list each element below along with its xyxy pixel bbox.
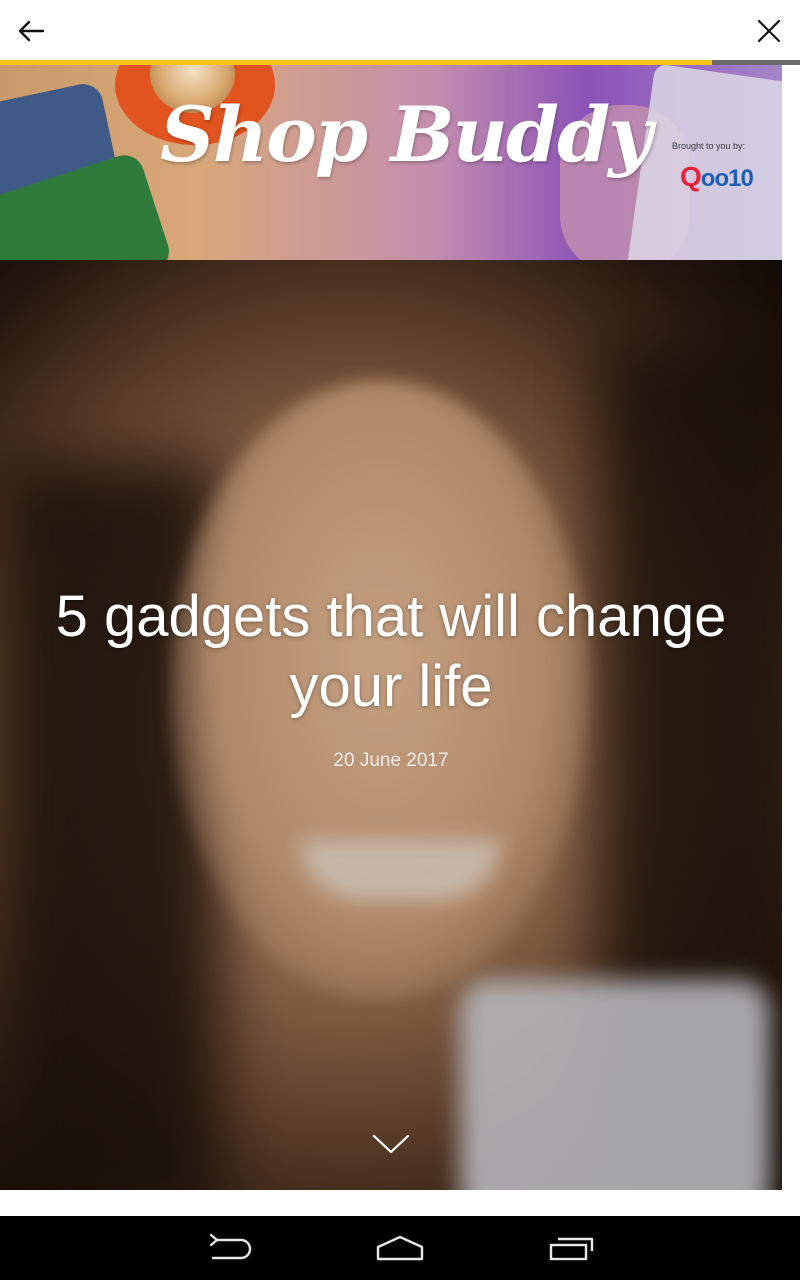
sponsor-banner[interactable]: Shop Buddy Brought to you by: Qoo10 (0, 65, 782, 260)
nav-back-button[interactable] (200, 1228, 260, 1268)
sponsor-label: Brought to you by: (672, 141, 746, 151)
recent-apps-icon (549, 1237, 594, 1261)
system-navigation-bar (0, 1216, 800, 1280)
page-scroll-gutter (782, 65, 800, 1190)
back-button[interactable] (10, 10, 52, 52)
nav-recents-button[interactable] (541, 1228, 601, 1268)
chevron-down-icon (372, 1134, 410, 1154)
article-title: 5 gadgets that will change your life (55, 584, 727, 719)
nav-home-button[interactable] (370, 1228, 430, 1268)
top-app-bar (0, 0, 800, 62)
back-icon (209, 1233, 252, 1260)
arrow-left-icon (18, 20, 45, 42)
close-icon (757, 19, 781, 43)
home-icon (376, 1235, 424, 1261)
cover-overlay (0, 260, 782, 1190)
article-date: 20 June 2017 (333, 750, 449, 771)
article-cover: 5 gadgets that will change your life 20 … (0, 260, 782, 1190)
sponsor-logo: Qoo10 (680, 161, 754, 192)
scroll-down-button[interactable] (371, 1132, 411, 1156)
close-button[interactable] (748, 10, 790, 52)
brand-logo: Shop Buddy (160, 90, 652, 179)
